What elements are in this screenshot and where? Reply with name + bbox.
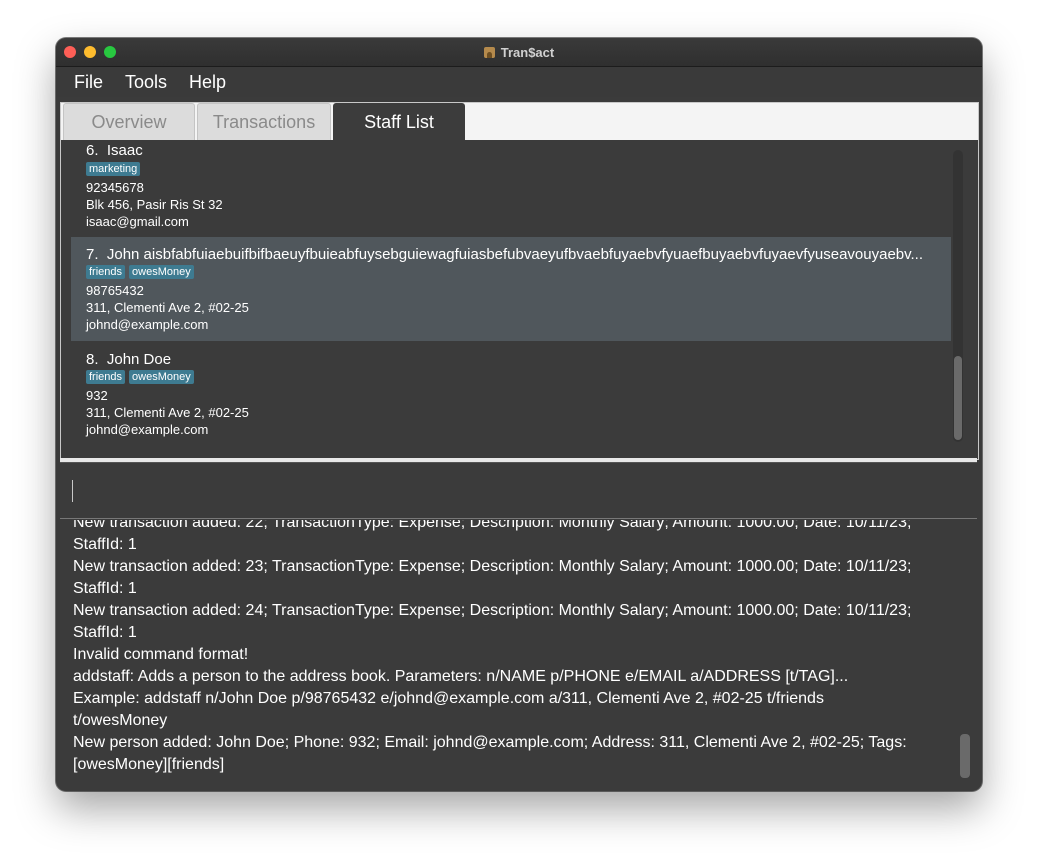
staff-tags: marketing [86, 162, 144, 176]
text-caret [72, 480, 73, 502]
staff-list[interactable]: 6. Isaac marketing 92345678 Blk 456, Pas… [61, 140, 978, 459]
tab-pane: Overview Transactions Staff List 6. Isaa… [60, 102, 979, 460]
tab-staff-list[interactable]: Staff List [333, 103, 465, 140]
command-input[interactable] [60, 462, 977, 519]
result-line: New person added: John Doe; Phone: 932; … [73, 734, 907, 751]
staff-phone: 932 [86, 388, 108, 403]
result-line: Invalid command format! [73, 646, 249, 663]
menu-file[interactable]: File [56, 72, 114, 93]
staff-address: 311, Clementi Ave 2, #02-25 [86, 300, 249, 315]
result-line: StaffId: 1 [73, 580, 137, 597]
title-bar[interactable]: Tran$act [56, 38, 982, 67]
staff-name-text: John aisbfabfuiaebuifbifbaeuyfbuieabfuys… [106, 246, 924, 263]
tag: owesMoney [129, 370, 194, 384]
result-line: New transaction added: 22; TransactionTy… [73, 520, 912, 531]
tab-overview[interactable]: Overview [63, 103, 195, 140]
result-scroll-thumb[interactable] [960, 734, 970, 778]
menu-bar: File Tools Help [56, 67, 982, 97]
window-title-container: Tran$act [56, 38, 982, 66]
menu-tools[interactable]: Tools [114, 72, 178, 93]
staff-email: isaac@gmail.com [86, 214, 189, 229]
staff-name: 8. John Doe [86, 351, 944, 368]
staff-name-text: Isaac [106, 142, 143, 159]
result-line: t/owesMoney [73, 712, 168, 729]
staff-card[interactable]: 6. Isaac marketing 92345678 Blk 456, Pas… [71, 140, 951, 232]
staff-name-text: John Doe [106, 351, 172, 368]
result-line: New transaction added: 24; TransactionTy… [73, 602, 912, 619]
staff-tags: friends owesMoney [86, 370, 198, 384]
staff-card[interactable]: 8. John Doe friends owesMoney 932 311, C… [71, 342, 951, 446]
result-line: StaffId: 1 [73, 536, 137, 553]
result-line: New transaction added: 23; TransactionTy… [73, 558, 912, 575]
staff-phone: 92345678 [86, 180, 144, 195]
tab-header: Overview Transactions Staff List [63, 103, 467, 140]
staff-index: 6. [86, 142, 99, 159]
staff-address: 311, Clementi Ave 2, #02-25 [86, 405, 249, 420]
result-line: addstaff: Adds a person to the address b… [73, 668, 849, 685]
tag: friends [86, 370, 126, 384]
app-window: Tran$act File Tools Help Overview Transa… [56, 38, 982, 791]
staff-list-scrollbar[interactable] [953, 150, 963, 442]
staff-phone: 98765432 [86, 283, 144, 298]
staff-address: Blk 456, Pasir Ris St 32 [86, 197, 223, 212]
window-title: Tran$act [500, 44, 555, 60]
result-line: StaffId: 1 [73, 624, 137, 641]
staff-tags: friends owesMoney [86, 265, 198, 279]
tag: friends [86, 265, 126, 279]
result-line: [owesMoney][friends] [73, 756, 225, 773]
staff-list-scroll-thumb[interactable] [954, 356, 962, 440]
app-icon [483, 46, 495, 58]
staff-card-selected[interactable]: 7. John aisbfabfuiaebuifbifbaeuyfbuieabf… [71, 237, 951, 341]
staff-email: johnd@example.com [86, 422, 209, 437]
result-line: Example: addstaff n/John Doe p/98765432 … [73, 690, 824, 707]
staff-email: johnd@example.com [86, 317, 209, 332]
staff-index: 8. [86, 351, 99, 368]
tag: marketing [86, 162, 141, 176]
staff-index: 7. [86, 246, 99, 263]
staff-name: 7. John aisbfabfuiaebuifbifbaeuyfbuieabf… [86, 246, 944, 263]
result-display[interactable]: New transaction added: 22; TransactionTy… [60, 520, 977, 786]
menu-help[interactable]: Help [178, 72, 237, 93]
tab-transactions[interactable]: Transactions [197, 103, 331, 140]
staff-name: 6. Isaac [86, 142, 944, 159]
tag: owesMoney [129, 265, 194, 279]
